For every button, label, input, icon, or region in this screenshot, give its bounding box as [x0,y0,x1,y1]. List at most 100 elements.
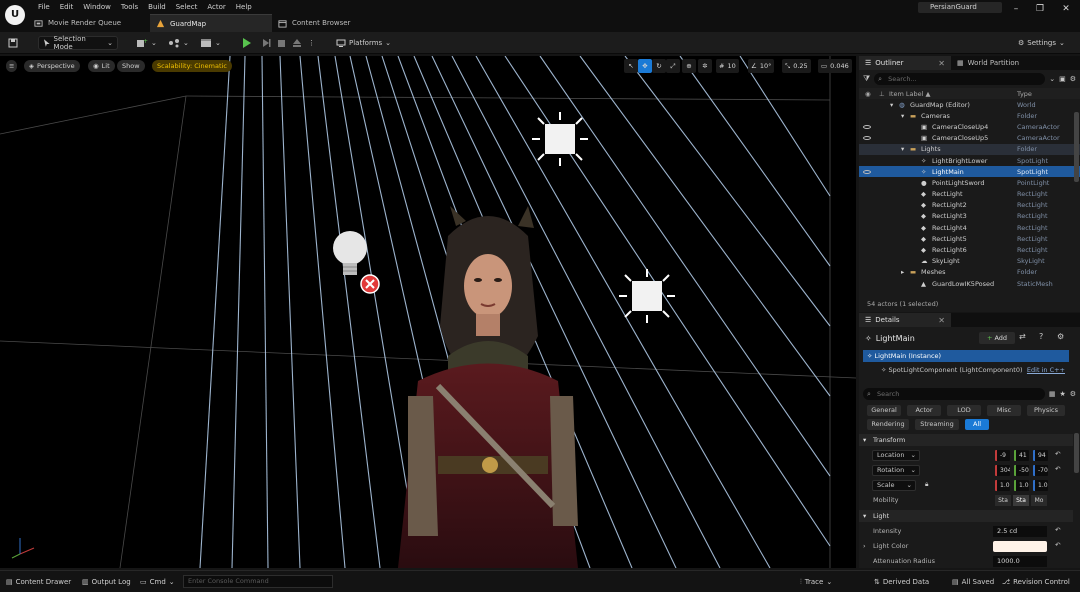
minimize-button[interactable]: – [1006,2,1026,16]
chevron-down-icon[interactable]: ▾ [901,112,904,120]
transform-section-header[interactable]: ▾ Transform [859,434,1073,446]
cmd-dropdown[interactable]: ▭ Cmd ⌄ [140,575,175,589]
light-section-header[interactable]: ▾ Light [859,510,1073,522]
location-dropdown[interactable]: Location ⌄ [872,450,920,461]
chevron-down-icon[interactable]: ⌄ [1049,75,1055,83]
location-x-field[interactable]: -9 [995,450,1010,461]
menu-window[interactable]: Window [78,1,116,13]
rotation-dropdown[interactable]: Rotation ⌄ [872,465,920,476]
eject-button[interactable] [292,36,302,50]
revision-control-button[interactable]: ⎇ Revision Control [1002,575,1070,589]
outliner-row[interactable]: ◆ RectLight5 RectLight [859,233,1080,244]
outliner-row[interactable]: ● PointLightSword PointLight [859,177,1080,188]
column-type[interactable]: Type [1017,90,1032,98]
scale-snap-button[interactable]: ⤡ 0.25 [782,59,811,73]
save-button[interactable] [8,36,18,50]
tab-details[interactable]: ☰ Details ✕ [859,313,951,327]
mobility-static-button[interactable]: Sta [995,495,1011,506]
cinematics-button[interactable]: ⌄ [200,36,221,50]
mobility-stationary-button[interactable]: Sta [1013,495,1029,506]
details-search-input[interactable]: ⌕ Search [863,388,1045,400]
help-icon[interactable]: ? [1039,332,1043,341]
menu-edit[interactable]: Edit [55,1,79,13]
outliner-row[interactable]: ◆ RectLight4 RectLight [859,222,1080,233]
unreal-logo-icon[interactable]: U [5,5,25,25]
rotate-mode-icon[interactable]: ↻ [652,59,666,73]
outliner-row[interactable]: ◆ RectLight3 RectLight [859,211,1080,222]
outliner-row[interactable]: ☁ SkyLight SkyLight [859,256,1080,267]
tab-movie-render-queue[interactable]: Movie Render Queue [28,14,150,32]
category-all[interactable]: All [965,419,989,430]
attenuation-field[interactable]: 1000.0 [993,556,1047,567]
rotation-z-field[interactable]: -70 [1033,465,1048,476]
location-z-field[interactable]: 94 [1033,450,1048,461]
outliner-row[interactable]: ✧ LightMain SpotLight [859,166,1080,178]
settings-dropdown[interactable]: ⚙ Settings ⌄ [1018,36,1065,50]
all-saved-button[interactable]: ▤ All Saved [952,575,994,589]
blueprint-icon[interactable]: ⇄ [1019,332,1026,341]
maximize-button[interactable]: ❐ [1030,2,1050,16]
scale-y-field[interactable]: 1.0 [1014,480,1029,491]
gear-icon[interactable]: ⚙ [1070,75,1076,83]
filter-icon[interactable]: ⧩ [863,74,870,84]
derived-data-button[interactable]: ⇅ Derived Data [874,575,929,589]
menu-actor[interactable]: Actor [202,1,230,13]
outliner-row[interactable]: ▾ ◍ GuardMap (Editor) World [859,99,1080,110]
show-button[interactable]: Show [117,60,145,72]
select-mode-icon[interactable]: ↖ [624,59,638,73]
lock-icon[interactable]: 🔒︎ [925,480,928,489]
tab-outliner[interactable]: ☰ Outliner ✕ [859,56,951,70]
tab-guardmap[interactable]: GuardMap [150,14,272,32]
outliner-row[interactable]: ◆ RectLight2 RectLight [859,200,1080,211]
outliner-row[interactable]: ▾ ▬ Cameras Folder [859,110,1080,121]
outliner-scrollbar[interactable] [1074,112,1079,182]
details-scrollbar[interactable] [1074,433,1079,473]
category-lod[interactable]: LOD [947,405,981,416]
chevron-right-icon[interactable]: › [863,540,866,553]
step-button[interactable] [261,36,271,50]
instance-row[interactable]: ✧ LightMain (Instance) [863,350,1069,362]
category-physics[interactable]: Physics [1027,405,1065,416]
scalability-badge[interactable]: Scalability: Cinematic [152,60,232,72]
visibility-eye-icon[interactable] [863,136,871,141]
category-misc[interactable]: Misc [987,405,1021,416]
reset-icon[interactable]: ↶ [1055,541,1060,549]
menu-select[interactable]: Select [171,1,203,13]
view-mode-button[interactable]: ◉ Lit [88,60,115,72]
reset-icon[interactable]: ↶ [1055,465,1060,473]
light-color-swatch[interactable] [993,541,1047,552]
category-rendering[interactable]: Rendering [867,419,909,430]
menu-build[interactable]: Build [143,1,171,13]
outliner-row[interactable]: ◆ RectLight6 RectLight [859,244,1080,255]
output-log-button[interactable]: ▥ Output Log [82,575,131,589]
category-actor[interactable]: Actor [907,405,941,416]
edit-cpp-link[interactable]: Edit in C++ [1027,364,1065,376]
chevron-down-icon[interactable]: ▾ [901,145,904,153]
rotation-x-field[interactable]: 304 [995,465,1010,476]
close-icon[interactable]: ✕ [938,59,945,68]
close-window-button[interactable]: ✕ [1056,2,1076,16]
intensity-field[interactable]: 2.5 cd [993,526,1047,537]
character-mesh[interactable] [378,206,608,568]
outliner-search-input[interactable]: ⌕ Search... [874,73,1046,85]
close-icon[interactable]: ✕ [938,316,945,325]
tab-world-partition[interactable]: ▦ World Partition [951,56,1043,70]
outliner-row[interactable]: ✧ LightBrightLower SpotLight [859,155,1080,166]
menu-help[interactable]: Help [231,1,257,13]
platforms-dropdown[interactable]: Platforms ⌄ [336,36,391,50]
gear-icon[interactable]: ⚙ [1070,390,1076,398]
outliner-row[interactable]: ▣ CameraCloseUp5 CameraActor [859,133,1080,144]
outliner-row[interactable]: ▲ GuardLowIK5Posed StaticMesh [859,278,1080,289]
component-row[interactable]: ✧ SpotLightComponent (LightComponent0) E… [863,364,1069,376]
add-actor-button[interactable]: + ⌄ [136,36,157,50]
camera-speed-button[interactable]: ▭ 0.046 [818,59,852,73]
grid-view-icon[interactable]: ▦ [1049,390,1056,398]
perspective-button[interactable]: ◈ Perspective [24,60,80,72]
world-space-icon[interactable]: ⊕ [682,59,696,73]
selection-mode-dropdown[interactable]: Selection Mode ⌄ [38,35,118,51]
chevron-down-icon[interactable]: ▾ [890,101,893,109]
trace-button[interactable]: ⫶ Trace ⌄ [800,575,832,589]
play-button[interactable] [243,36,251,50]
column-item-label[interactable]: Item Label ▲ [889,90,930,98]
blueprint-button[interactable]: ⌄ [168,36,189,50]
